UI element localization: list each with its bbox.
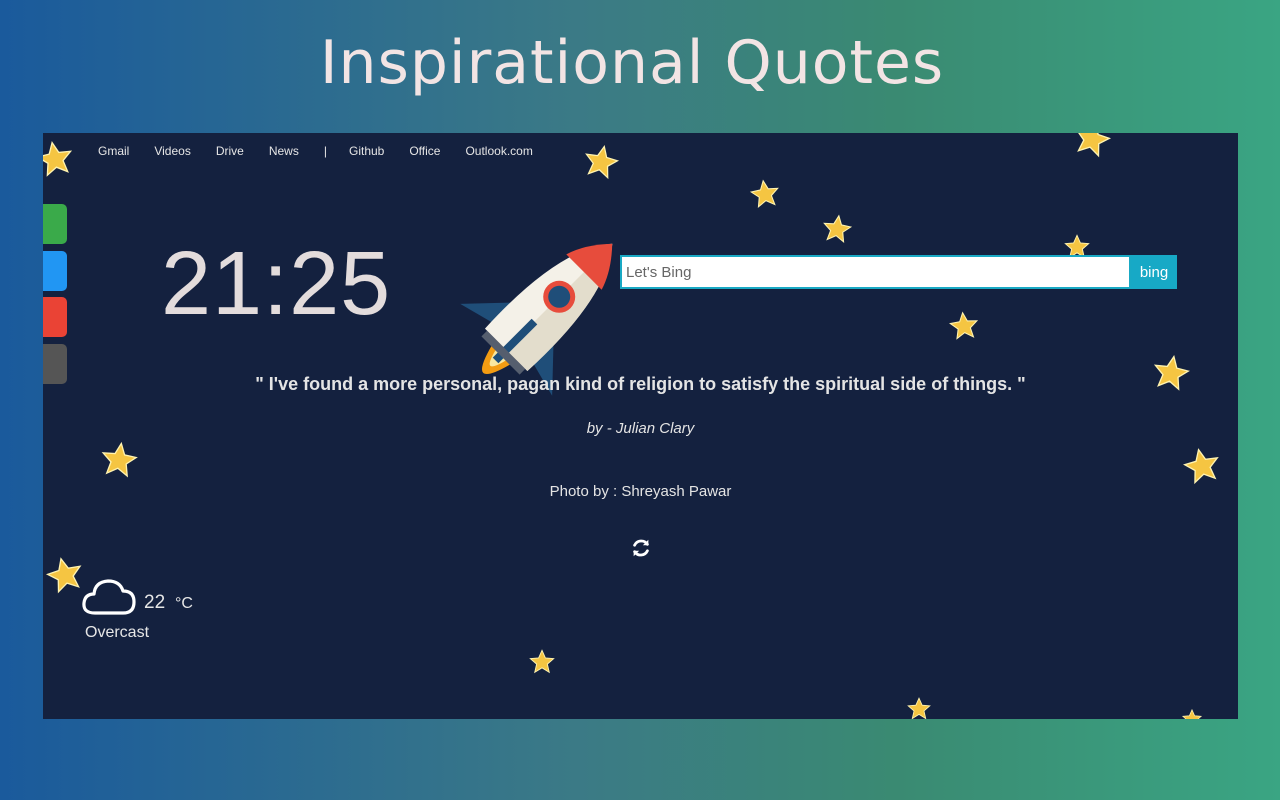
nav-link-videos[interactable]: Videos — [154, 144, 190, 158]
clock: 21:25 — [161, 234, 392, 334]
side-tab-blue[interactable] — [43, 251, 67, 291]
star-icon — [948, 311, 979, 340]
nav-link-gmail[interactable]: Gmail — [98, 144, 129, 158]
star-icon — [1182, 448, 1219, 485]
weather-condition: Overcast — [85, 624, 150, 641]
search-bar: bing — [620, 255, 1177, 289]
nav-link-drive[interactable]: Drive — [216, 144, 244, 158]
star-icon — [529, 649, 555, 674]
star-icon — [101, 441, 138, 478]
search-button[interactable]: bing — [1131, 255, 1177, 289]
search-input[interactable] — [620, 255, 1131, 289]
top-nav: Gmail Videos Drive News | Github Office … — [98, 144, 558, 158]
star-icon — [907, 697, 931, 719]
banner-title: Inspirational Quotes — [319, 28, 945, 98]
quote-author: by - Julian Clary — [586, 420, 695, 437]
photo-credit: Photo by : Shreyash Pawar — [549, 483, 732, 500]
star-icon — [823, 214, 853, 243]
star-icon — [749, 179, 779, 208]
cloud-icon — [82, 579, 136, 615]
nav-link-news[interactable]: News — [269, 144, 299, 158]
side-tab-red[interactable] — [43, 297, 67, 337]
star-icon — [45, 557, 82, 594]
star-icon — [585, 144, 620, 180]
star-icon — [1075, 133, 1112, 158]
nav-link-outlook[interactable]: Outlook.com — [465, 144, 532, 158]
quote-text: " I've found a more personal, pagan kind… — [255, 374, 1026, 394]
new-tab-page: Gmail Videos Drive News | Github Office … — [43, 133, 1238, 719]
weather-temperature: 22 — [144, 592, 166, 613]
star-icon — [43, 140, 73, 177]
side-tab-green[interactable] — [43, 204, 67, 244]
nav-link-github[interactable]: Github — [349, 144, 384, 158]
refresh-icon[interactable] — [630, 537, 652, 559]
star-icon — [1181, 708, 1203, 719]
nav-link-office[interactable]: Office — [409, 144, 440, 158]
weather-unit: °C — [175, 595, 193, 612]
nav-separator: | — [323, 144, 327, 158]
